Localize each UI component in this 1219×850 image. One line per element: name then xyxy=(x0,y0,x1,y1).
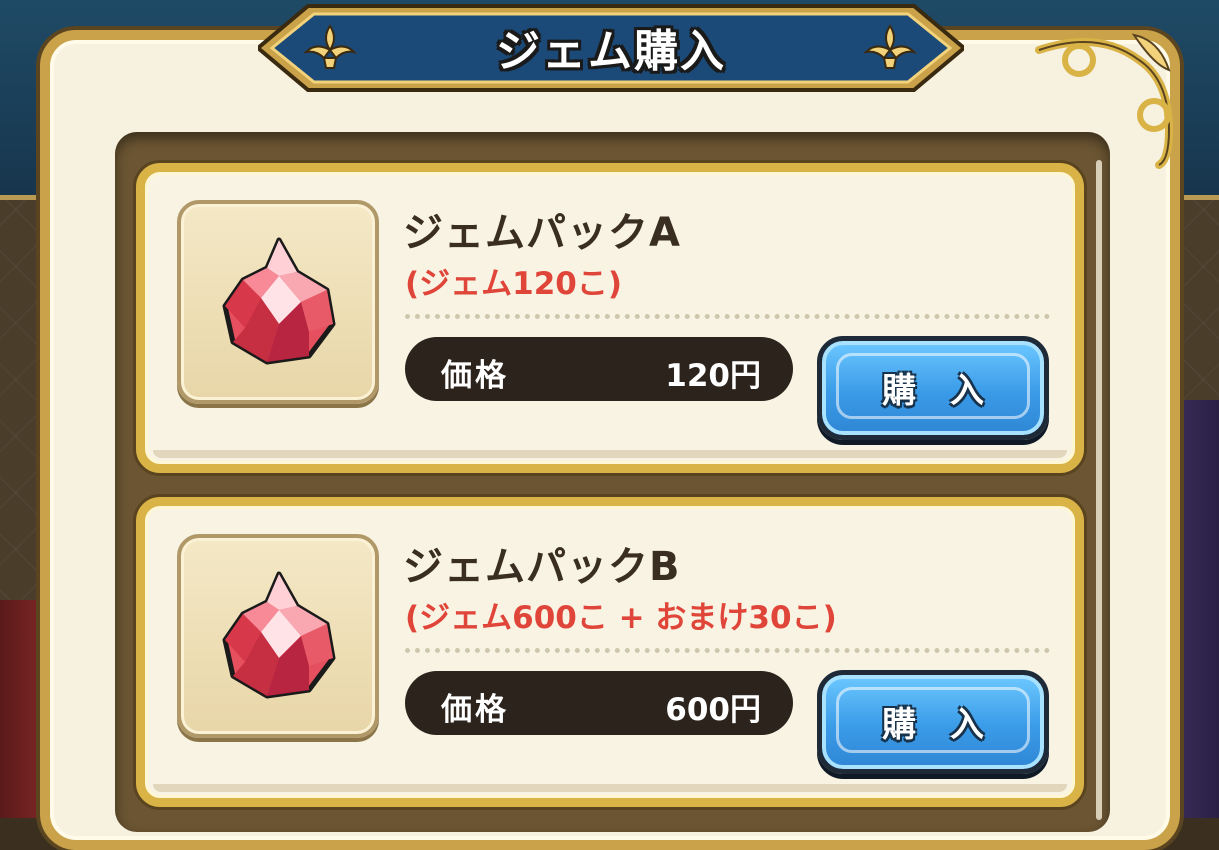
card-shadow xyxy=(153,784,1067,792)
product-card-gem-pack-b: ジェムパックB (ジェム600こ + おまけ30こ) 価格 600円 購入 xyxy=(136,497,1084,807)
price-display: 価格 120円 xyxy=(405,337,793,401)
product-description: (ジェム120こ) xyxy=(405,266,623,302)
price-display: 価格 600円 xyxy=(405,671,793,735)
item-icon-tile xyxy=(177,534,379,738)
card-shadow xyxy=(153,450,1067,458)
divider xyxy=(405,648,1050,653)
buy-button-label: 購入 xyxy=(882,371,1018,411)
red-gem-icon xyxy=(222,571,336,699)
price-label: 価格 xyxy=(441,692,509,728)
product-name: ジェムパックB xyxy=(403,544,681,590)
price-value: 600円 xyxy=(665,692,761,728)
buy-button-gem-pack-b[interactable]: 購入 xyxy=(817,670,1049,774)
background-character-left xyxy=(0,600,43,818)
red-gem-icon xyxy=(222,237,336,365)
background-character-right xyxy=(1174,400,1219,818)
divider xyxy=(405,314,1050,319)
scrollbar[interactable] xyxy=(1096,160,1102,820)
dialog-title: ジェム購入 xyxy=(496,26,726,77)
price-label: 価格 xyxy=(441,358,509,394)
buy-button-gem-pack-a[interactable]: 購入 xyxy=(817,336,1049,440)
product-description: (ジェム600こ + おまけ30こ) xyxy=(405,600,837,636)
product-name: ジェムパックA xyxy=(403,210,681,256)
product-card-gem-pack-a: ジェムパックA (ジェム120こ) 価格 120円 購入 xyxy=(136,163,1084,473)
buy-button-label: 購入 xyxy=(882,705,1018,745)
item-icon-tile xyxy=(177,200,379,404)
price-value: 120円 xyxy=(665,358,761,394)
